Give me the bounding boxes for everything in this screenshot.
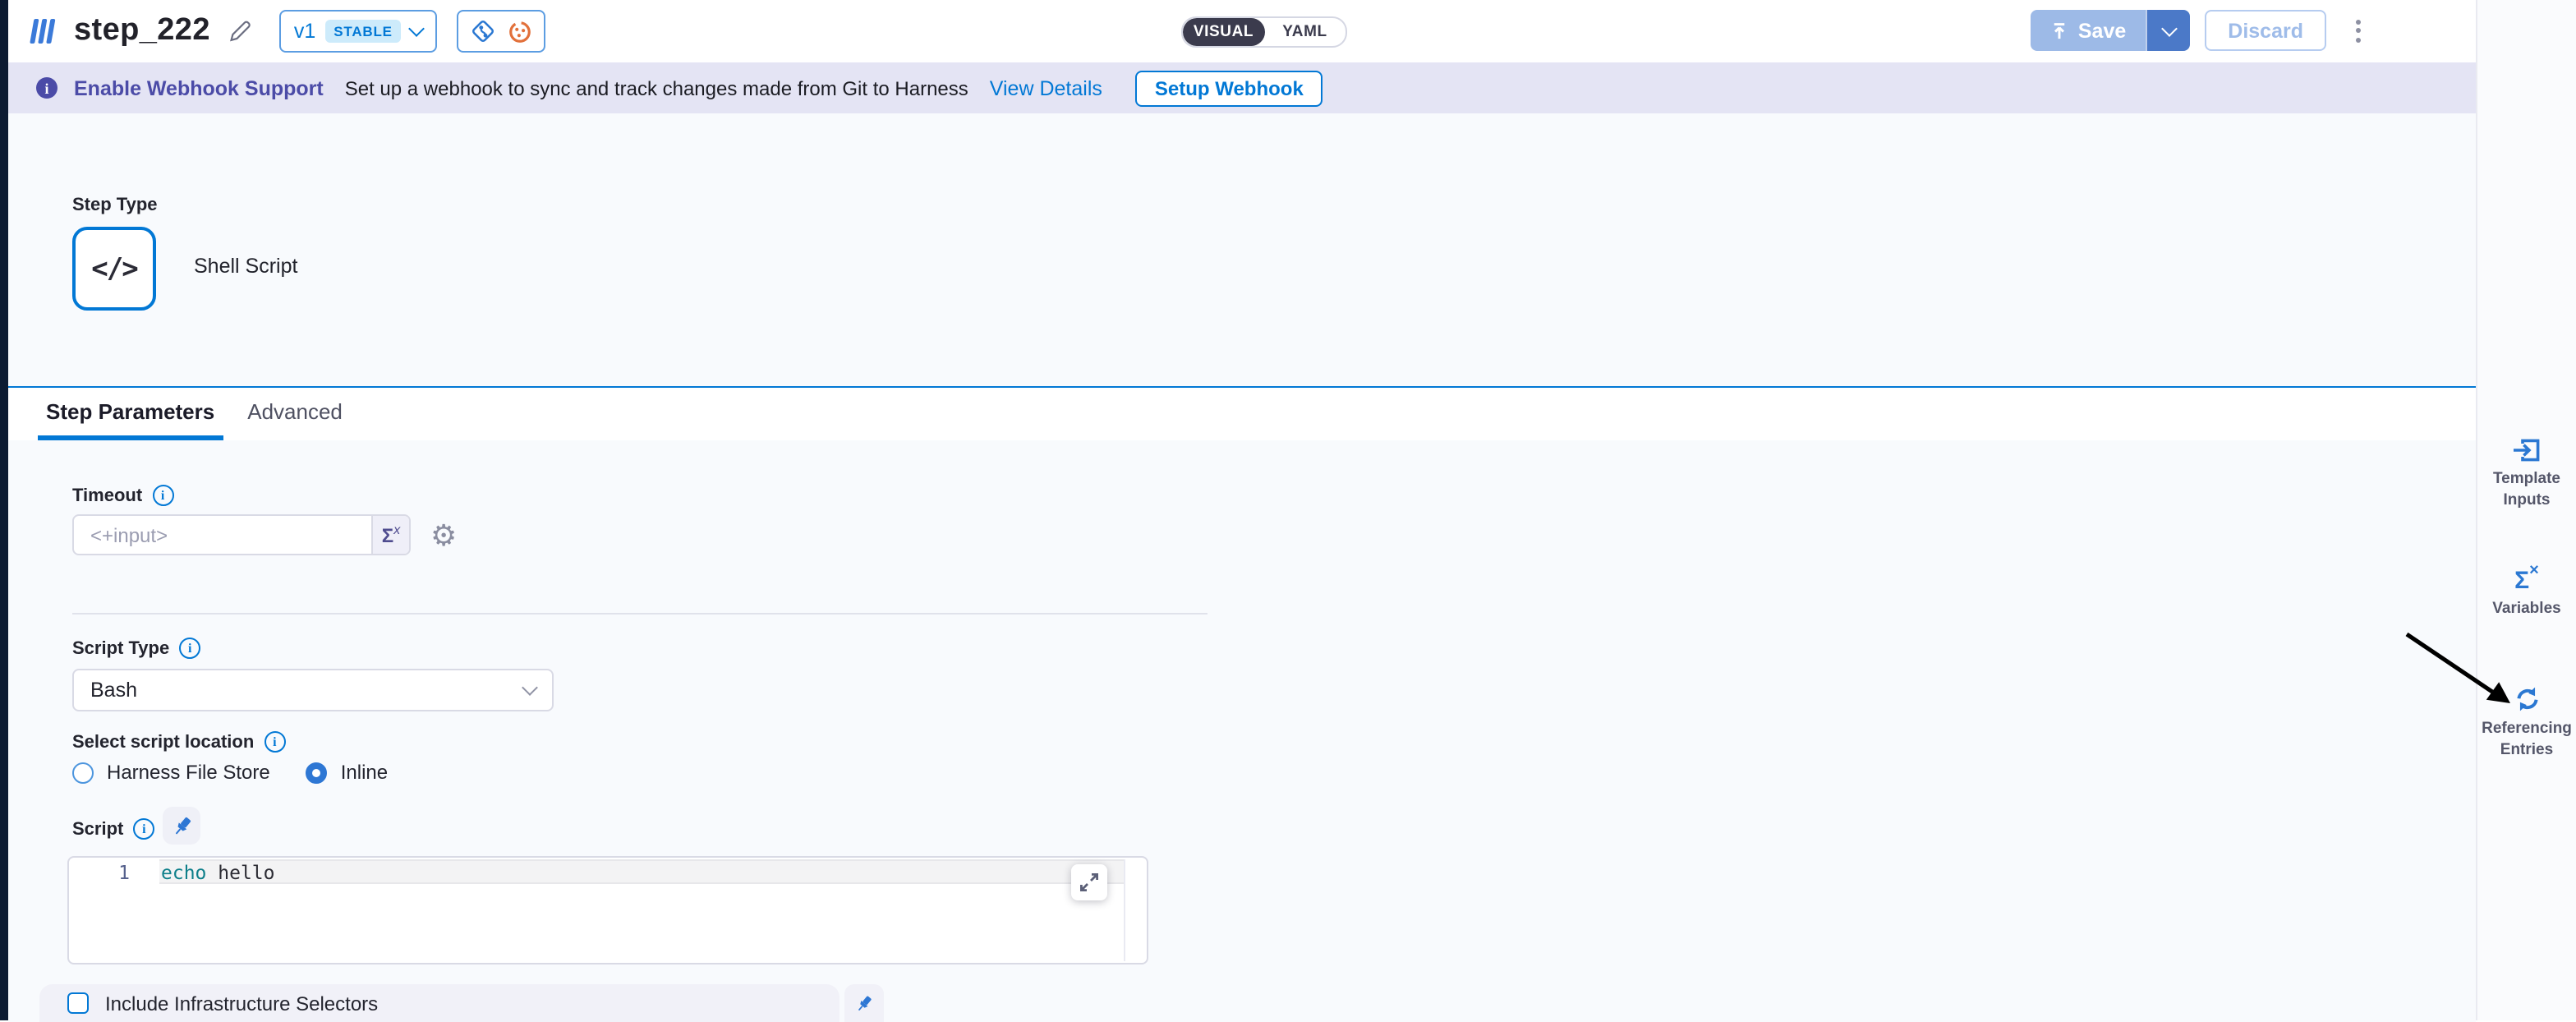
pushpin-icon — [170, 814, 193, 837]
webhook-banner: i Enable Webhook Support Set up a webhoo… — [8, 62, 2476, 113]
template-inputs-icon — [2477, 437, 2576, 463]
info-icon[interactable]: i — [179, 638, 200, 659]
include-infra-label: Include Infrastructure Selectors — [105, 992, 378, 1015]
save-button[interactable]: Save — [2031, 10, 2146, 51]
timeout-row: Σx ⚙ — [72, 514, 457, 555]
sidebar-item-label: Referencing Entries — [2482, 720, 2572, 759]
include-infra-checkbox[interactable] — [67, 992, 89, 1014]
sigma-glyph: Σ — [382, 523, 393, 546]
editor-line-number: 1 — [69, 861, 130, 884]
script-location-label: Select script location i — [72, 731, 285, 753]
editor-code-line[interactable]: echo hello — [161, 861, 275, 884]
step-type-section: Step Type </> Shell Script — [8, 113, 2476, 386]
info-icon: i — [36, 77, 58, 99]
more-options-kebab-icon[interactable] — [2349, 12, 2367, 48]
script-type-label-text: Script Type — [72, 638, 169, 658]
info-icon[interactable]: i — [152, 485, 173, 506]
save-split-button: Save — [2031, 10, 2190, 51]
left-nav-strip — [0, 0, 8, 1020]
code-keyword: echo — [161, 861, 206, 884]
step-type-value: Shell Script — [194, 255, 297, 278]
banner-description: Set up a webhook to sync and track chang… — [345, 76, 968, 99]
timeout-label-text: Timeout — [72, 486, 142, 505]
header-bar: step_222 v1 STABLE VISUAL YAML — [8, 0, 2476, 62]
info-icon[interactable]: i — [264, 731, 285, 753]
timeout-label: Timeout i — [72, 485, 173, 506]
script-label-text: Script — [72, 819, 123, 839]
referencing-entries-icon — [2477, 685, 2576, 713]
script-code-editor[interactable]: 1 echo hello — [67, 856, 1148, 964]
step-type-card[interactable]: </> — [72, 227, 156, 311]
step-type-label: Step Type — [72, 196, 158, 215]
sigma-x-icon[interactable]: Σx — [371, 516, 409, 554]
tab-advanced[interactable]: Advanced — [239, 388, 351, 440]
sigma-x-glyph: x — [393, 523, 400, 537]
sidebar-item-referencing-entries[interactable]: Referencing Entries — [2477, 685, 2576, 762]
banner-title: Enable Webhook Support — [74, 76, 324, 99]
chevron-down-icon — [2160, 20, 2177, 36]
sidebar-item-template-inputs[interactable]: Template Inputs — [2477, 437, 2576, 512]
right-rail: Template Inputs Σ× Variables Referencing… — [2476, 0, 2576, 1020]
toggle-yaml[interactable]: YAML — [1264, 18, 1346, 46]
code-slash-icon: </> — [91, 252, 136, 285]
sigma-x-glyph: × — [2529, 564, 2539, 580]
edit-title-icon[interactable] — [228, 20, 251, 43]
main-panel: step_222 v1 STABLE VISUAL YAML — [8, 0, 2476, 1020]
pin-infra-button[interactable] — [844, 984, 884, 1022]
script-type-label: Script Type i — [72, 638, 200, 659]
sigma-glyph: Σ — [2514, 569, 2529, 593]
script-type-select[interactable]: Bash — [72, 669, 554, 711]
editor-minimap-divider — [1124, 859, 1125, 961]
pin-script-button[interactable] — [163, 807, 200, 845]
script-location-options: Harness File Store Inline — [72, 761, 388, 784]
radio-inline[interactable] — [306, 762, 328, 783]
radio-label[interactable]: Harness File Store — [107, 761, 270, 784]
code-text: hello — [206, 861, 274, 884]
script-location-label-text: Select script location — [72, 732, 254, 752]
version-selector[interactable]: v1 STABLE — [279, 10, 437, 53]
pushpin-icon — [854, 993, 874, 1013]
tab-step-parameters[interactable]: Step Parameters — [38, 388, 223, 440]
info-icon[interactable]: i — [133, 818, 154, 840]
sidebar-item-label: Variables — [2492, 600, 2560, 618]
template-library-icon — [30, 16, 58, 46]
sidebar-item-label: Template Inputs — [2493, 470, 2560, 509]
infra-selectors-row: Include Infrastructure Selectors — [39, 984, 884, 1022]
page-title: step_222 — [74, 13, 210, 49]
include-infra-toggle[interactable]: Include Infrastructure Selectors — [39, 984, 840, 1022]
save-options-button[interactable] — [2146, 10, 2190, 51]
radio-harness-file-store[interactable] — [72, 762, 94, 783]
step-parameters-form: Timeout i Σx ⚙ Script Type i Bash — [8, 440, 2476, 1022]
chevron-down-icon — [408, 21, 425, 37]
view-details-link[interactable]: View Details — [990, 76, 1102, 99]
git-cache-button-group[interactable] — [457, 10, 545, 53]
visual-yaml-toggle: VISUAL YAML — [1181, 16, 1347, 48]
setup-webhook-button[interactable]: Setup Webhook — [1135, 70, 1323, 106]
expand-icon — [1079, 872, 1099, 892]
script-label: Script i — [72, 818, 154, 840]
save-button-label: Save — [2078, 19, 2126, 42]
editor-expand-button[interactable] — [1071, 864, 1107, 900]
variables-icon: Σ× — [2477, 569, 2576, 593]
version-label: v1 — [294, 20, 315, 43]
section-divider — [72, 613, 1208, 615]
version-status-badge: STABLE — [325, 20, 401, 43]
editor-current-line-highlight — [159, 859, 1125, 884]
timeout-input[interactable] — [74, 516, 371, 554]
harness-step-template-editor: step_222 v1 STABLE VISUAL YAML — [0, 0, 2576, 1020]
discard-button[interactable]: Discard — [2205, 10, 2326, 51]
git-sync-diamond-icon[interactable] — [470, 18, 496, 44]
gear-icon[interactable]: ⚙ — [430, 520, 457, 550]
publish-arrow-icon — [2050, 21, 2068, 40]
header-actions: Save Discard — [2031, 10, 2367, 51]
cache-status-icon[interactable] — [508, 19, 532, 44]
tab-bar: Step Parameters Advanced — [8, 386, 2476, 440]
chevron-down-icon — [522, 679, 538, 696]
timeout-input-wrap: Σx — [72, 514, 411, 555]
radio-label[interactable]: Inline — [341, 761, 388, 784]
toggle-visual[interactable]: VISUAL — [1183, 18, 1264, 46]
script-type-value: Bash — [90, 679, 524, 702]
sidebar-item-variables[interactable]: Σ× Variables — [2477, 569, 2576, 621]
